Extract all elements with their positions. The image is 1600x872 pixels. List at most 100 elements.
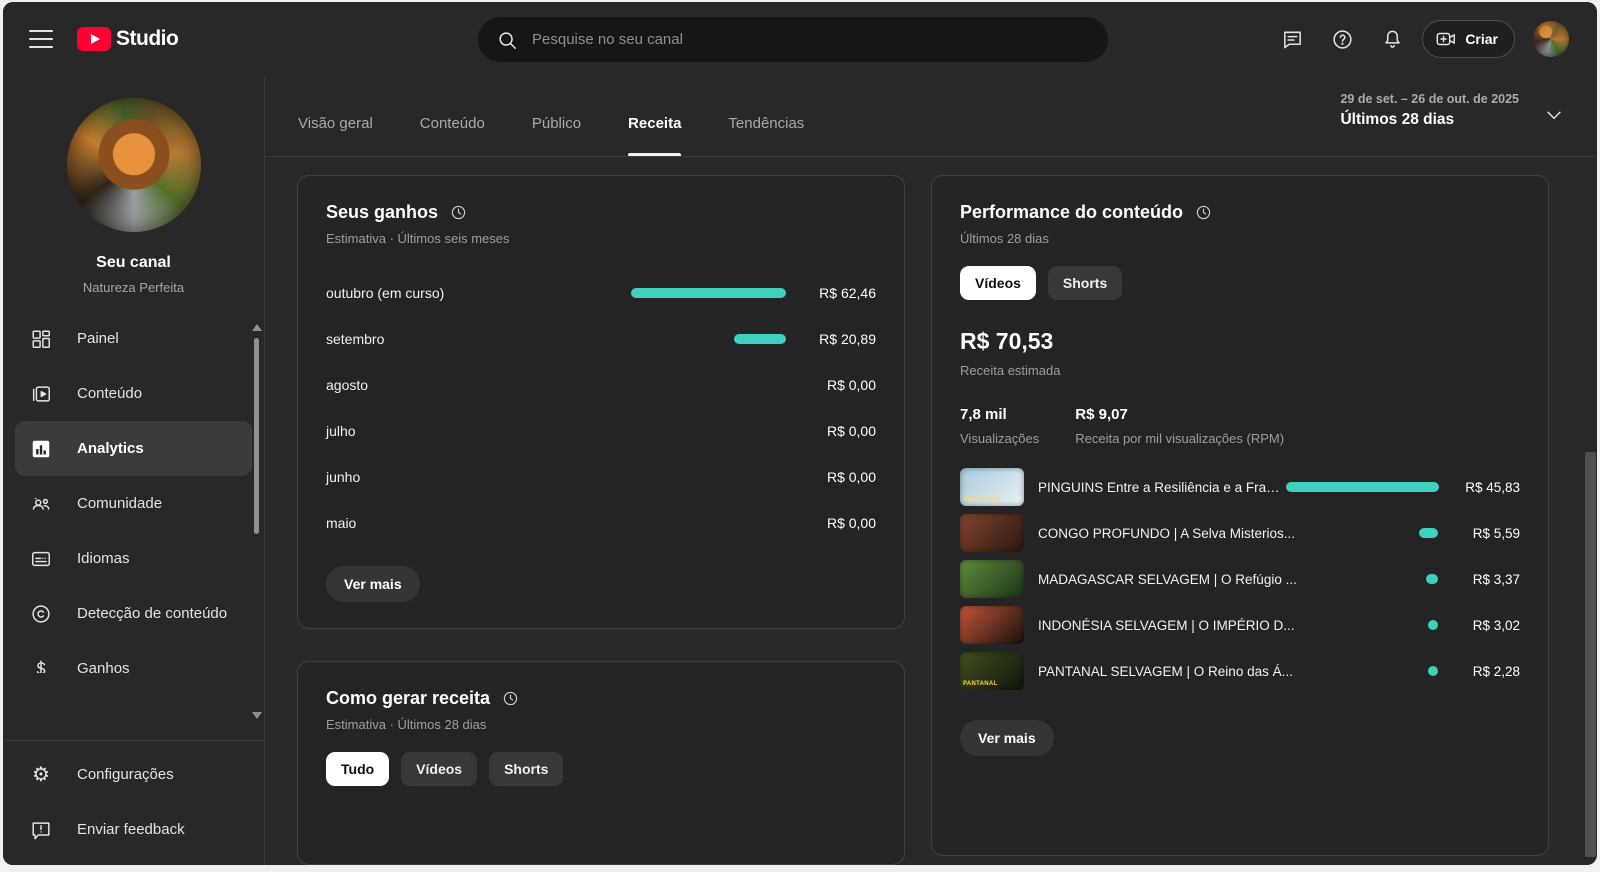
month-label: agosto <box>326 377 369 393</box>
page-scrollbar-thumb[interactable] <box>1585 452 1596 857</box>
earnings-ver-mais-button[interactable]: Ver mais <box>326 566 420 602</box>
tab-receita[interactable]: Receita <box>628 115 682 156</box>
clock-icon <box>503 691 518 706</box>
earnings-value: R$ 0,00 <box>826 469 876 485</box>
video-revenue-value: R$ 2,28 <box>1472 663 1520 679</box>
community-icon <box>29 492 53 516</box>
video-thumbnail <box>960 560 1024 598</box>
date-range-selector[interactable]: 29 de set. – 26 de out. de 2025 Últimos … <box>1340 92 1519 129</box>
video-row[interactable]: MADAGASCAR SELVAGEM | O Refúgio ... R$ 3… <box>960 556 1520 602</box>
sidebar-item-painel[interactable]: Painel <box>3 311 264 366</box>
create-video-icon <box>1436 32 1456 46</box>
sidebar-item-ganhos[interactable]: Ganhos <box>3 641 264 673</box>
youtube-play-icon <box>77 27 111 51</box>
video-title: PINGUINS Entre a Resiliência e a Fragil.… <box>1038 479 1286 495</box>
sidebar-item-configuracoes[interactable]: ⚙ Configurações <box>3 747 264 802</box>
copyright-icon <box>29 602 53 626</box>
video-row[interactable]: CONGO PROFUNDO | A Selva Misterios... R$… <box>960 510 1520 556</box>
video-row[interactable]: PANTANAL PANTANAL SELVAGEM | O Reino das… <box>960 648 1520 694</box>
sidebar-scrollbar[interactable] <box>250 324 262 719</box>
search-bar[interactable] <box>478 17 1108 62</box>
sidebar-item-deteccao[interactable]: Detecção de conteúdo <box>3 586 264 641</box>
thumbnail-text: PANTANAL <box>963 681 998 687</box>
sidebar-item-conteudo[interactable]: Conteúdo <box>3 366 264 421</box>
video-revenue-bar <box>1428 620 1438 630</box>
filter-tudo[interactable]: Tudo <box>326 752 390 786</box>
search-input[interactable] <box>532 31 1090 48</box>
content-icon <box>29 382 53 406</box>
earnings-row[interactable]: setembro R$ 20,89 <box>326 316 876 362</box>
sidebar-item-idiomas[interactable]: Idiomas <box>3 531 264 586</box>
earnings-value: R$ 0,00 <box>826 515 876 531</box>
earnings-row[interactable]: outubro (em curso) R$ 62,46 <box>326 270 876 316</box>
feedback-comment-icon[interactable] <box>1272 19 1312 59</box>
stat-value: R$ 9,07 <box>1075 406 1128 423</box>
help-icon[interactable] <box>1322 19 1362 59</box>
sidebar-item-label: Conteúdo <box>77 385 143 402</box>
earnings-row[interactable]: maio R$ 0,00 <box>326 500 876 546</box>
earnings-value: R$ 0,00 <box>826 377 876 393</box>
month-label: julho <box>326 423 356 439</box>
earnings-bar <box>734 334 786 344</box>
video-thumbnail: PANTANAL <box>960 652 1024 690</box>
send-feedback-icon <box>29 818 53 842</box>
sidebar-scrollbar-thumb[interactable] <box>254 338 259 534</box>
earnings-value: R$ 20,89 <box>819 331 876 347</box>
channel-avatar[interactable] <box>66 98 201 232</box>
create-button[interactable]: Criar <box>1422 20 1515 58</box>
video-thumbnail <box>960 606 1024 644</box>
tab-publico[interactable]: Público <box>532 115 581 156</box>
filter-videos[interactable]: Vídeos <box>960 266 1036 300</box>
sidebar-item-label: Ganhos <box>77 660 130 673</box>
video-title: PANTANAL SELVAGEM | O Reino das Á... <box>1038 663 1293 679</box>
menu-icon[interactable] <box>29 30 53 48</box>
estimated-revenue-label: Receita estimada <box>960 363 1061 378</box>
video-list: ANTARTICA PINGUINS Entre a Resiliência e… <box>960 464 1520 694</box>
month-label: maio <box>326 515 357 531</box>
scroll-down-icon[interactable] <box>252 712 262 719</box>
rpm-stat: R$ 9,07 Receita por mil visualizações (R… <box>1075 406 1284 446</box>
studio-logo[interactable]: Studio <box>77 27 179 51</box>
sidebar-item-enviar-feedback[interactable]: Enviar feedback <box>3 802 264 857</box>
youtube-studio-window: Studio Criar <box>3 2 1597 865</box>
video-title: CONGO PROFUNDO | A Selva Misterios... <box>1038 525 1296 541</box>
performance-card-subtitle: Últimos 28 dias <box>960 231 1049 246</box>
earnings-row[interactable]: junho R$ 0,00 <box>326 454 876 500</box>
page-scrollbar[interactable] <box>1584 76 1597 865</box>
filter-shorts[interactable]: Shorts <box>489 752 564 786</box>
tab-tendencias[interactable]: Tendências <box>728 115 804 156</box>
earnings-card: Seus ganhos Estimativa · Últimos seis me… <box>297 175 905 629</box>
video-revenue-bar <box>1285 482 1440 492</box>
video-revenue-value: R$ 3,02 <box>1472 617 1520 633</box>
earnings-row[interactable]: agosto R$ 0,00 <box>326 362 876 408</box>
earnings-icon <box>29 657 53 673</box>
tab-visao-geral[interactable]: Visão geral <box>298 115 373 156</box>
performance-filters: Vídeos Shorts <box>960 266 1520 300</box>
performance-card: Performance do conteúdo Últimos 28 dias … <box>931 175 1549 856</box>
earnings-row[interactable]: julho R$ 0,00 <box>326 408 876 454</box>
notifications-bell-icon[interactable] <box>1372 19 1412 59</box>
month-label: outubro (em curso) <box>326 285 445 301</box>
analytics-icon <box>29 437 53 461</box>
thumbnail-text: ANTARTICA <box>963 497 1001 503</box>
earnings-value: R$ 0,00 <box>826 423 876 439</box>
video-row[interactable]: INDONÉSIA SELVAGEM | O IMPÉRIO D... R$ 3… <box>960 602 1520 648</box>
chevron-down-icon[interactable] <box>1543 104 1565 131</box>
video-thumbnail: ANTARTICA <box>960 468 1024 506</box>
video-row[interactable]: ANTARTICA PINGUINS Entre a Resiliência e… <box>960 464 1520 510</box>
performance-stats: 7,8 mil Visualizações R$ 9,07 Receita po… <box>960 406 1520 446</box>
monetize-card-subtitle: Estimativa · Últimos 28 dias <box>326 717 487 732</box>
sidebar-item-analytics[interactable]: Analytics <box>15 421 252 476</box>
video-revenue-value: R$ 5,59 <box>1472 525 1520 541</box>
filter-shorts[interactable]: Shorts <box>1047 266 1123 300</box>
video-revenue-bar <box>1426 574 1438 584</box>
scroll-up-icon[interactable] <box>252 324 262 331</box>
sidebar-item-label: Detecção de conteúdo <box>77 605 228 622</box>
account-avatar[interactable] <box>1533 21 1569 57</box>
performance-ver-mais-button[interactable]: Ver mais <box>960 720 1054 756</box>
sidebar-item-label: Painel <box>77 330 119 347</box>
sidebar-item-comunidade[interactable]: Comunidade <box>3 476 264 531</box>
video-thumbnail <box>960 514 1024 552</box>
tab-conteudo[interactable]: Conteúdo <box>420 115 485 156</box>
filter-videos[interactable]: Vídeos <box>401 752 478 786</box>
